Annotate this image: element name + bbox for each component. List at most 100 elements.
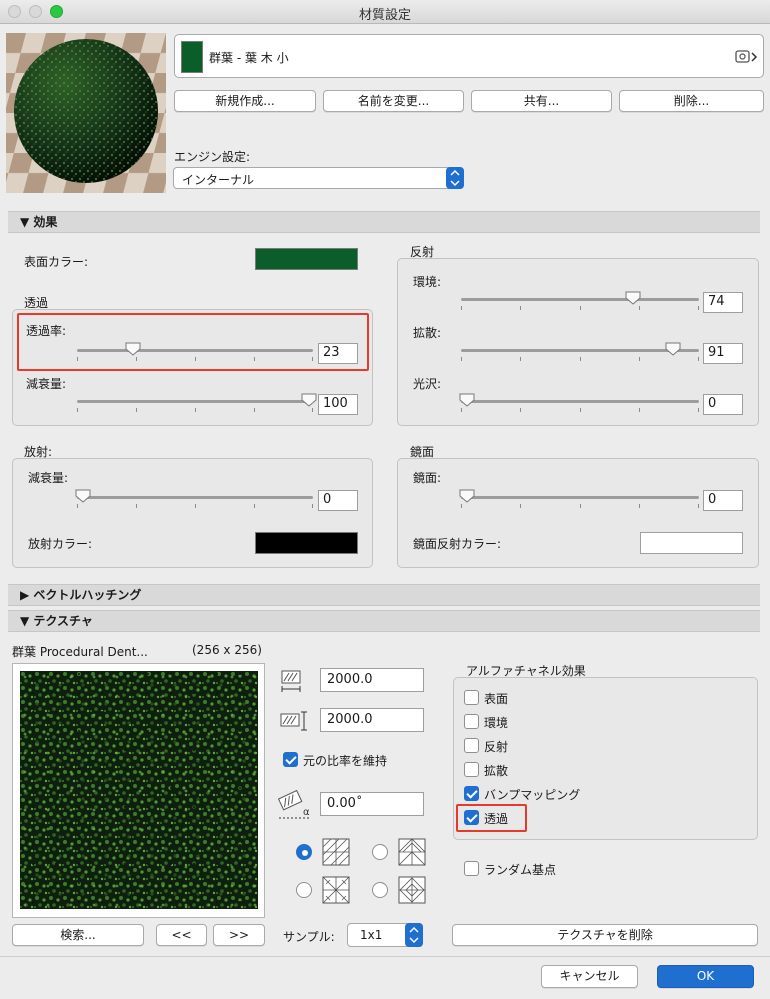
transparency-falloff-label: 減衰量: (26, 377, 67, 391)
slider-thumb-icon[interactable] (301, 393, 317, 407)
alpha-item-label: 表面 (484, 692, 509, 706)
vector-hatching-header-label: ベクトルハッチング (33, 588, 142, 602)
ok-button[interactable]: OK (657, 965, 754, 988)
sample-stepper-icon (405, 923, 423, 947)
shine-label: 光沢: (413, 377, 442, 391)
effects-header-label: 効果 (33, 215, 58, 229)
mapping-option-2-radio[interactable] (372, 844, 388, 860)
share-material-button[interactable]: 共有... (471, 90, 612, 112)
sample-value: 1x1 (360, 928, 383, 942)
vector-hatching-section-header[interactable]: ▶ ベクトルハッチング (8, 584, 760, 606)
transparency-rate-slider[interactable] (77, 342, 313, 361)
slider-thumb-icon[interactable] (459, 393, 475, 407)
random-origin-checkbox[interactable] (464, 861, 479, 876)
material-library-icon[interactable] (735, 48, 759, 69)
texture-angle-input[interactable]: 0.00˚ (320, 792, 424, 816)
texture-angle-icon: α (277, 788, 315, 825)
engine-label: エンジン設定: (174, 150, 251, 164)
alpha-item-label: 環境 (484, 716, 509, 730)
texture-preview (12, 663, 265, 918)
material-name-field[interactable]: 群葉 - 葉 木 小 (174, 34, 764, 78)
window-title: 材質設定 (358, 8, 411, 23)
emission-color-swatch[interactable] (255, 532, 358, 554)
transparency-falloff-input[interactable]: 100 (318, 394, 358, 415)
emission-falloff-slider[interactable] (75, 489, 313, 508)
delete-material-button[interactable]: 削除... (619, 90, 764, 112)
slider-thumb-icon[interactable] (625, 291, 641, 305)
cancel-button[interactable]: キャンセル (541, 965, 638, 988)
effects-section-header[interactable]: ▼ 効果 (8, 211, 760, 233)
alpha-item-checkbox[interactable] (464, 690, 479, 705)
texture-name: 群葉 Procedural Dent... (12, 645, 148, 659)
mapping-diamond-icon (398, 876, 426, 907)
diffuse-label: 拡散: (413, 326, 442, 340)
mapping-option-4-radio[interactable] (372, 882, 388, 898)
ambient-slider[interactable] (461, 291, 699, 310)
random-origin-label: ランダム基点 (484, 863, 557, 877)
material-swatch (181, 41, 203, 73)
keep-ratio-checkbox[interactable] (283, 752, 298, 767)
mapping-flip-icon (322, 876, 350, 907)
sample-select[interactable]: 1x1 (347, 923, 423, 947)
transparency-falloff-slider[interactable] (77, 393, 317, 412)
disclosure-expanded-icon: ▼ (20, 614, 34, 628)
alpha-transparency-highlight (456, 804, 527, 832)
alpha-item-checkbox[interactable] (464, 738, 479, 753)
texture-prev-button[interactable]: << (156, 924, 207, 946)
engine-select[interactable]: インターナル (173, 167, 464, 189)
mapping-option-3-radio[interactable] (296, 882, 312, 898)
mapping-mirror-icon (398, 838, 426, 869)
transparency-highlight (17, 313, 369, 371)
disclosure-collapsed-icon: ▶ (20, 588, 34, 602)
diffuse-input[interactable]: 91 (703, 343, 743, 364)
diffuse-slider[interactable] (461, 342, 699, 361)
material-preview (6, 33, 166, 193)
surface-color-swatch[interactable] (255, 248, 358, 270)
emission-falloff-label: 減衰量: (28, 471, 69, 485)
material-name: 群葉 - 葉 木 小 (209, 51, 289, 65)
engine-value: インターナル (182, 173, 255, 187)
surface-color-label: 表面カラー: (24, 255, 89, 269)
alpha-item-label: 反射 (484, 740, 509, 754)
disclosure-expanded-icon: ▼ (20, 215, 34, 229)
rename-material-button[interactable]: 名前を変更... (323, 90, 464, 112)
slider-thumb-icon[interactable] (459, 489, 475, 503)
texture-height-icon (279, 708, 309, 737)
sample-label: サンプル: (283, 930, 335, 944)
mapping-option-1-radio[interactable] (296, 844, 312, 860)
specular-slider[interactable] (459, 489, 699, 508)
emission-falloff-input[interactable]: 0 (318, 490, 358, 511)
ambient-input[interactable]: 74 (703, 292, 743, 313)
texture-header-label: テクスチャ (33, 614, 93, 628)
slider-thumb-icon[interactable] (665, 342, 681, 356)
alpha-item-checkbox[interactable] (464, 762, 479, 777)
delete-texture-button[interactable]: テクスチャを削除 (452, 924, 758, 946)
transparency-rate-input[interactable]: 23 (318, 343, 358, 364)
texture-size: (256 x 256) (192, 643, 262, 657)
alpha-item-checkbox[interactable] (464, 786, 479, 801)
texture-search-button[interactable]: 検索... (12, 924, 144, 946)
specular-label: 鏡面: (413, 471, 442, 485)
alpha-item-label: バンプマッピング (484, 788, 581, 802)
alpha-item-checkbox[interactable] (464, 714, 479, 729)
specular-color-label: 鏡面反射カラー: (413, 537, 502, 551)
texture-width-input[interactable]: 2000.0 (320, 668, 424, 692)
new-material-button[interactable]: 新規作成... (174, 90, 316, 112)
engine-stepper-icon (446, 167, 464, 189)
specular-color-swatch[interactable] (640, 532, 743, 554)
shine-slider[interactable] (459, 393, 699, 412)
mapping-tile-icon (322, 838, 350, 869)
texture-section-header[interactable]: ▼ テクスチャ (8, 610, 760, 632)
ambient-label: 環境: (413, 275, 442, 289)
alpha-item-label: 拡散 (484, 764, 509, 778)
shine-input[interactable]: 0 (703, 394, 743, 415)
texture-height-input[interactable]: 2000.0 (320, 708, 424, 732)
slider-thumb-icon[interactable] (75, 489, 91, 503)
slider-thumb-icon[interactable] (125, 342, 141, 356)
keep-ratio-label: 元の比率を維持 (303, 754, 388, 768)
emission-color-label: 放射カラー: (28, 537, 93, 551)
texture-next-button[interactable]: >> (213, 924, 265, 946)
svg-text:α: α (303, 807, 310, 818)
transparency-rate-label: 透過率: (26, 324, 67, 338)
specular-input[interactable]: 0 (703, 490, 743, 511)
